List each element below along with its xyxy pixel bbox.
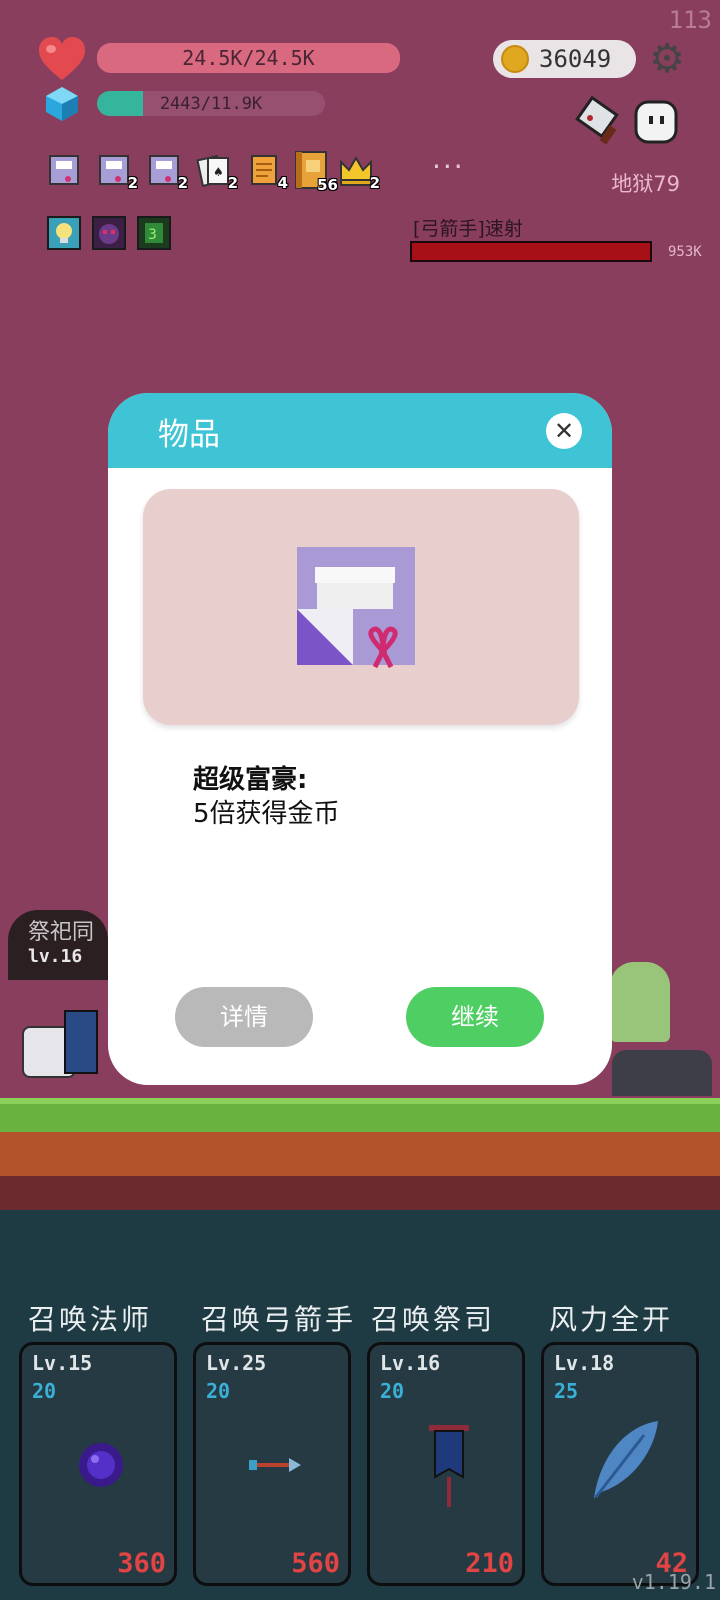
boss-name: [弓箭手]速射 xyxy=(413,218,523,240)
crystal-icon xyxy=(45,86,79,122)
inventory-item[interactable]: 56 xyxy=(292,150,338,194)
skill-cost: 360 xyxy=(117,1548,166,1579)
skill-card[interactable]: Lv.15 20 360 xyxy=(19,1342,177,1586)
skill-mana: 20 xyxy=(380,1379,405,1403)
inventory-item[interactable]: 4 xyxy=(246,152,288,192)
coin-value: 36049 xyxy=(539,45,612,73)
item-description: 5倍获得金币 xyxy=(193,799,340,829)
ally-unit: 祭祀同 lv.16 xyxy=(8,910,108,1100)
cleaver-icon[interactable] xyxy=(574,95,626,148)
item-count: 2 xyxy=(177,174,188,192)
item-count: 2 xyxy=(369,174,380,192)
banner-icon xyxy=(419,1421,479,1511)
dirt-layer xyxy=(0,1132,720,1176)
inventory-item[interactable]: 2 xyxy=(146,152,188,192)
skill-mana: 20 xyxy=(32,1379,57,1403)
gift-scroll-icon xyxy=(295,545,419,669)
version-label: v1.19.1 xyxy=(631,1570,716,1594)
item-count: 2 xyxy=(227,174,238,192)
demon-face-buff-icon[interactable] xyxy=(92,216,126,250)
skill-card[interactable]: Lv.25 20 560 xyxy=(193,1342,351,1586)
ghost-icon[interactable] xyxy=(632,98,680,146)
boss-hp-value: 953K xyxy=(668,244,702,260)
close-icon[interactable]: ✕ xyxy=(546,413,582,449)
enemy-level: lv.16 xyxy=(28,946,83,967)
skill-name: 召唤弓箭手 xyxy=(201,1303,357,1336)
fps-counter: 113 xyxy=(668,6,712,34)
inventory-item[interactable]: 2 xyxy=(338,152,380,192)
enemy-label: 祭祀同 xyxy=(28,920,95,945)
coin-counter: 36049 xyxy=(493,40,636,78)
green-rune-buff-icon[interactable]: 3 xyxy=(137,216,171,250)
more-menu-icon[interactable]: ··· xyxy=(432,150,465,183)
gear-icon[interactable]: ⚙ xyxy=(648,39,686,79)
skill-cost: 210 xyxy=(465,1548,514,1579)
skill-name: 召唤法师 xyxy=(28,1303,153,1336)
skill-card[interactable]: Lv.16 20 210 xyxy=(367,1342,525,1586)
dark-rocks xyxy=(612,1050,712,1096)
boss-hp-fill xyxy=(412,243,650,260)
skill-level: Lv.18 xyxy=(554,1351,615,1375)
skill-cost: 560 xyxy=(291,1548,340,1579)
item-count: 56 xyxy=(317,176,338,194)
mana-bar: 2443/11.9K xyxy=(97,91,325,116)
item-preview-panel xyxy=(143,489,579,725)
coin-icon xyxy=(501,45,529,73)
item-count: 2 xyxy=(127,174,138,192)
skill-mana: 20 xyxy=(206,1379,231,1403)
dirt-layer-dark xyxy=(0,1176,720,1210)
inventory-item[interactable] xyxy=(46,152,82,188)
feather-icon xyxy=(584,1415,664,1505)
detail-button[interactable]: 详情 xyxy=(175,987,313,1047)
skill-mana: 25 xyxy=(554,1379,579,1403)
hp-bar: 24.5K/24.5K xyxy=(97,43,400,73)
pixel-tree xyxy=(610,962,670,1042)
skill-level: Lv.25 xyxy=(206,1351,267,1375)
skill-level: Lv.15 xyxy=(32,1351,93,1375)
mana-text: 2443/11.9K xyxy=(159,93,263,114)
inventory-item[interactable]: ♠ 2 xyxy=(196,152,238,192)
lightbulb-buff-icon[interactable] xyxy=(47,216,81,250)
inventory-item[interactable]: 2 xyxy=(96,152,138,192)
skill-name: 召唤祭司 xyxy=(371,1303,496,1336)
skill-level: Lv.16 xyxy=(380,1351,441,1375)
heart-icon xyxy=(37,36,87,82)
skill-card[interactable]: Lv.18 25 42 xyxy=(541,1342,699,1586)
item-count: 4 xyxy=(277,174,288,192)
continue-button[interactable]: 继续 xyxy=(406,987,544,1047)
boss-hp-bar xyxy=(410,241,652,262)
level-name: 地狱79 xyxy=(611,172,680,196)
svg-text:♠: ♠ xyxy=(213,165,224,179)
item-name: 超级富豪: xyxy=(193,765,308,795)
hp-text: 24.5K/24.5K xyxy=(182,46,315,70)
dark-orb-icon xyxy=(71,1435,131,1495)
skill-name: 风力全开 xyxy=(549,1303,674,1336)
arrow-icon xyxy=(245,1435,305,1495)
svg-text:3: 3 xyxy=(148,227,157,243)
dialog-title: 物品 xyxy=(158,417,220,453)
item-dialog: 物品 ✕ 超级富豪: 5倍获得金币 详情 继续 xyxy=(108,393,612,1085)
